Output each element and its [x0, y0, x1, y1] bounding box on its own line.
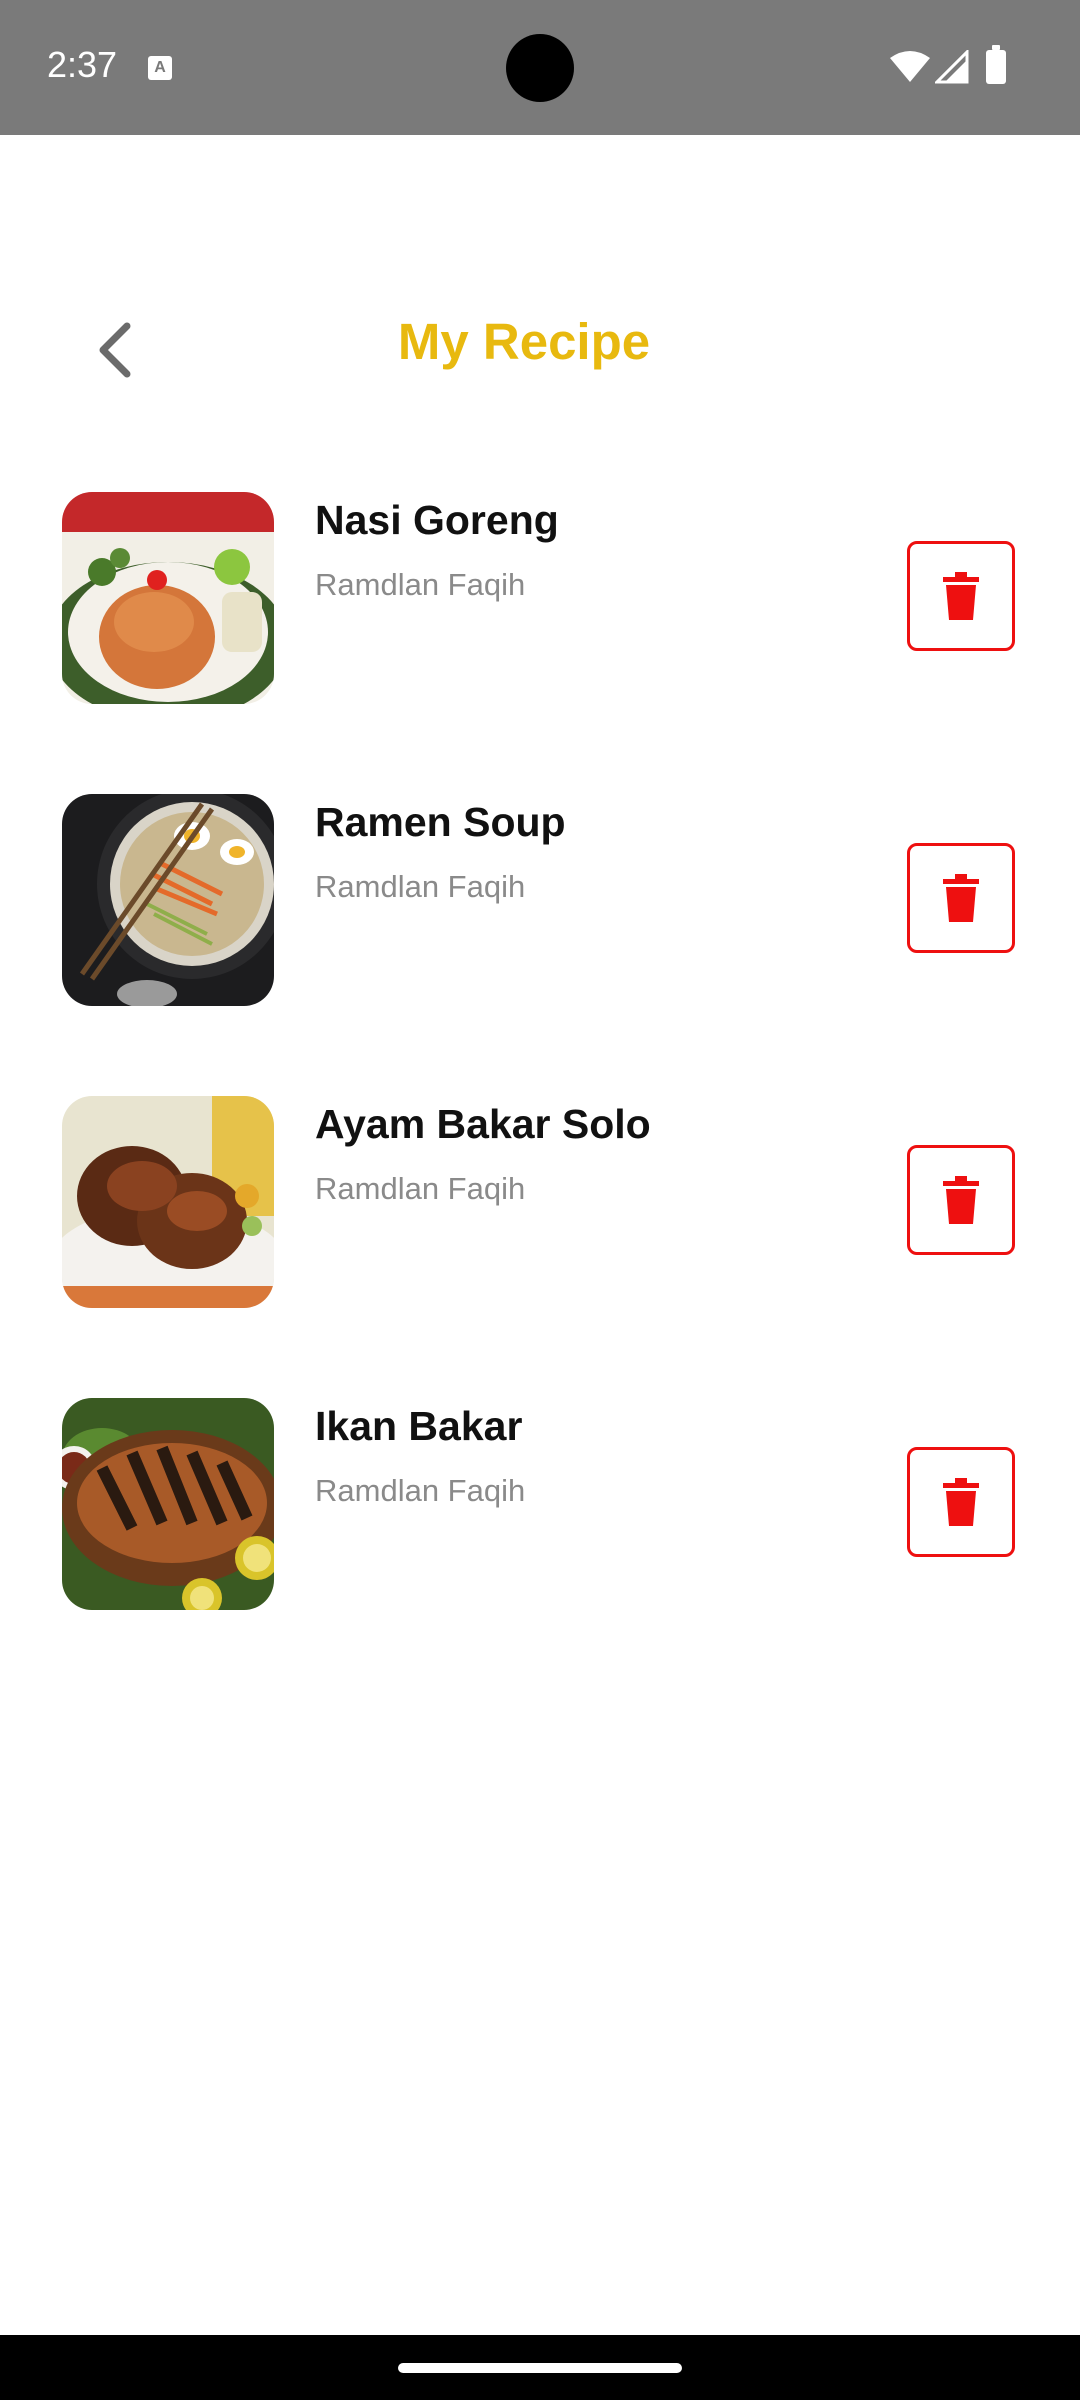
page-title: My Recipe [397, 313, 651, 370]
recipe-image-nasi-goreng [62, 492, 274, 704]
recipe-list-item[interactable]: Ayam Bakar Solo Ramdlan Faqih [0, 1096, 1080, 1308]
keyboard-notification-icon [148, 56, 172, 80]
delete-button[interactable] [907, 541, 1015, 651]
recipe-name: Ayam Bakar Solo [315, 1101, 651, 1147]
status-time: 2:37 [47, 44, 118, 85]
recipe-author: Ramdlan Faqih [315, 869, 526, 904]
recipe-name: Ramen Soup [315, 799, 566, 845]
recipe-list-item[interactable]: Nasi Goreng Ramdlan Faqih [0, 492, 1080, 704]
recipe-image-ayam-bakar-solo [62, 1096, 274, 1308]
recipe-image-ramen-soup [62, 794, 274, 1006]
recipe-author: Ramdlan Faqih [315, 1171, 526, 1206]
wifi-icon [890, 51, 930, 82]
trash-icon [943, 874, 979, 922]
recipe-image-ikan-bakar [62, 1398, 274, 1610]
camera-cutout [506, 34, 574, 102]
home-indicator[interactable] [398, 2363, 682, 2373]
trash-icon [943, 572, 979, 620]
trash-icon [943, 1478, 979, 1526]
status-bar: 2:37 [0, 0, 1080, 135]
trash-icon [943, 1176, 979, 1224]
recipe-author: Ramdlan Faqih [315, 567, 526, 602]
system-nav-bar [0, 2335, 1080, 2400]
recipe-name: Nasi Goreng [315, 497, 559, 543]
recipe-list-item[interactable]: Ramen Soup Ramdlan Faqih [0, 794, 1080, 1006]
recipe-list-item[interactable]: Ikan Bakar Ramdlan Faqih [0, 1398, 1080, 1610]
recipe-name: Ikan Bakar [315, 1403, 523, 1449]
delete-button[interactable] [907, 1145, 1015, 1255]
recipe-author: Ramdlan Faqih [315, 1473, 526, 1508]
battery-icon [986, 45, 1006, 84]
delete-button[interactable] [907, 1447, 1015, 1557]
signal-icon [935, 50, 969, 84]
delete-button[interactable] [907, 843, 1015, 953]
